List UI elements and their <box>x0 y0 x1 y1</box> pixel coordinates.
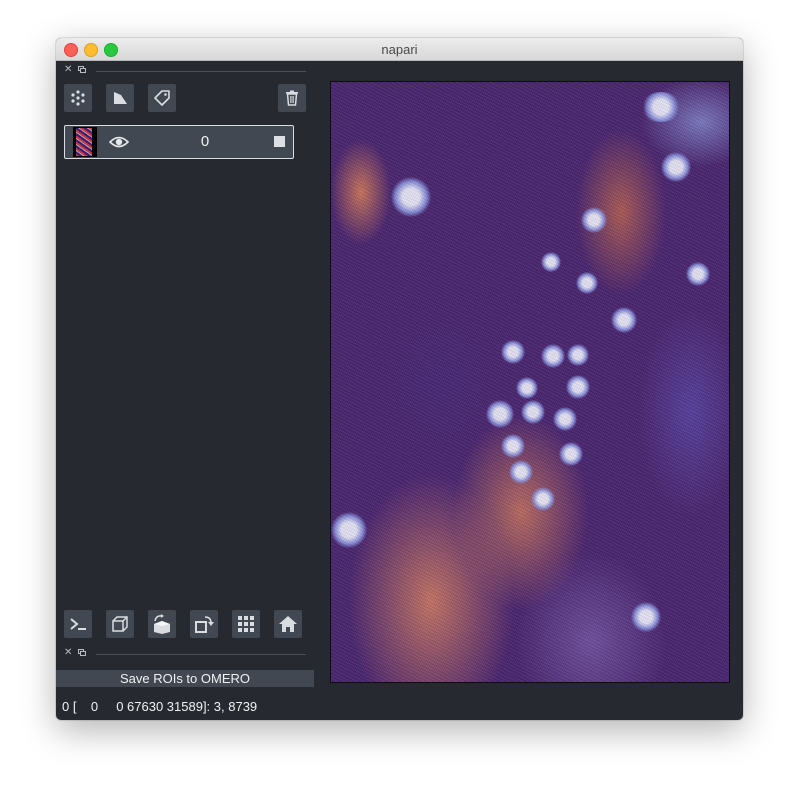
new-shapes-layer-button[interactable] <box>106 84 134 112</box>
roll-dims-button[interactable] <box>148 610 176 638</box>
image-feature <box>611 307 637 333</box>
image-feature <box>581 207 607 233</box>
dock-float-icon[interactable] <box>78 66 86 73</box>
image-feature <box>631 602 661 632</box>
save-rois-to-omero-button[interactable]: Save ROIs to OMERO <box>56 670 314 687</box>
layer-controls-dock-bar: ✕ <box>64 64 306 76</box>
image-feature <box>509 460 533 484</box>
title-bar: napari <box>56 38 743 61</box>
image-feature <box>559 442 583 466</box>
new-labels-layer-button[interactable] <box>148 84 176 112</box>
image-canvas[interactable] <box>330 81 730 683</box>
image-feature <box>686 262 710 286</box>
visibility-eye-icon[interactable] <box>109 134 129 150</box>
image-feature <box>661 152 691 182</box>
label-tag-icon <box>154 90 170 106</box>
image-feature <box>541 252 561 272</box>
image-feature <box>486 400 514 428</box>
new-points-layer-button[interactable] <box>64 84 92 112</box>
image-feature <box>541 344 565 368</box>
image-feature <box>391 177 431 217</box>
napari-window: napari ✕ 0 ✕ Save ROIs to OMERO 0 [0 0 … <box>56 38 743 720</box>
image-feature <box>567 344 589 366</box>
console-icon <box>70 618 86 630</box>
dock-close-icon[interactable]: ✕ <box>64 64 72 76</box>
image-feature <box>331 512 367 548</box>
dock-divider <box>96 71 306 72</box>
dock-close-icon[interactable]: ✕ <box>64 647 72 659</box>
dock-float-icon[interactable] <box>78 649 86 656</box>
status-bar: 0 [ 0 0 67630 31589]: 3, 8739 <box>62 699 258 714</box>
image-feature <box>501 434 525 458</box>
delete-layer-button[interactable] <box>278 84 306 112</box>
layer-list-item[interactable]: 0 <box>64 125 294 159</box>
layer-name[interactable]: 0 <box>145 133 265 150</box>
home-icon <box>279 616 297 632</box>
plugin-dock-bar: ✕ <box>64 647 306 659</box>
trash-icon <box>286 90 298 106</box>
dock-divider <box>96 654 306 655</box>
grid-view-button[interactable] <box>232 610 260 638</box>
image-feature <box>531 487 555 511</box>
grid-icon <box>238 616 254 632</box>
shapes-icon <box>114 92 127 104</box>
layer-thumbnail <box>73 127 97 157</box>
ndisplay-button[interactable] <box>106 610 134 638</box>
transpose-icon <box>195 616 214 633</box>
image-feature <box>516 377 538 399</box>
image-feature <box>521 400 545 424</box>
image-feature <box>553 407 577 431</box>
console-button[interactable] <box>64 610 92 638</box>
transpose-button[interactable] <box>190 610 218 638</box>
image-feature <box>576 272 598 294</box>
window-title: napari <box>381 42 418 57</box>
image-feature <box>501 340 525 364</box>
points-icon <box>71 90 85 106</box>
3d-toggle-icon <box>112 616 128 632</box>
reset-view-button[interactable] <box>274 610 302 638</box>
image-feature <box>641 92 681 122</box>
image-feature <box>566 375 590 399</box>
layer-type-icon <box>274 136 285 147</box>
roll-dims-icon <box>154 614 170 634</box>
